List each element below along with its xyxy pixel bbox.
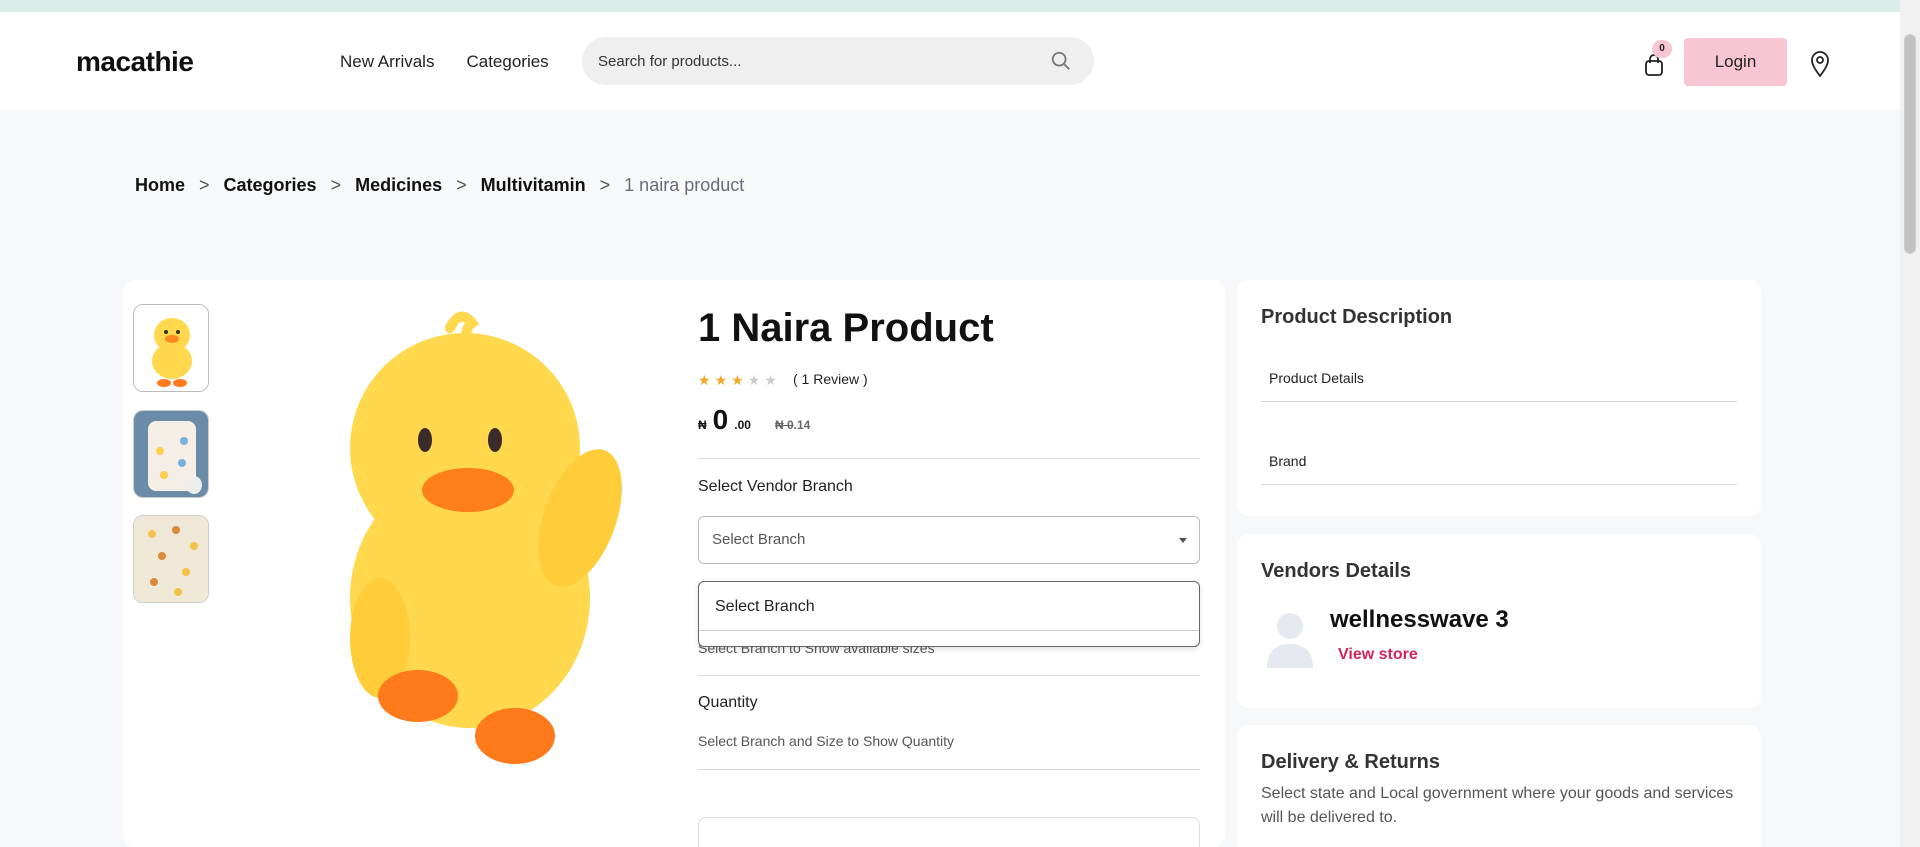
breadcrumb: Home > Categories > Medicines > Multivit… bbox=[135, 175, 744, 196]
breadcrumb-separator: > bbox=[456, 175, 467, 195]
product-details-row[interactable]: Product Details › bbox=[1261, 360, 1737, 402]
quantity-hint: Select Branch and Size to Show Quantity bbox=[698, 733, 955, 749]
vendor-name: wellnesswave 3 bbox=[1330, 606, 1509, 633]
breadcrumb-medicines[interactable]: Medicines bbox=[355, 175, 442, 196]
star-icon: ★ bbox=[714, 372, 728, 388]
branch-select-value: Select Branch bbox=[712, 531, 806, 548]
old-price: ₦ 0.14 bbox=[775, 418, 810, 432]
breadcrumb-categories[interactable]: Categories bbox=[224, 175, 317, 196]
product-main-image[interactable] bbox=[300, 298, 660, 768]
breadcrumb-separator: > bbox=[330, 175, 342, 195]
nav-new-arrivals[interactable]: New Arrivals bbox=[340, 52, 434, 72]
login-button[interactable]: Login bbox=[1684, 38, 1787, 86]
avatar-icon bbox=[1267, 613, 1313, 668]
chevron-right-icon: › bbox=[1269, 374, 1273, 388]
cart-button[interactable]: 0 bbox=[1642, 40, 1672, 78]
star-icon: ★ bbox=[764, 372, 777, 388]
search-icon[interactable] bbox=[1050, 50, 1072, 72]
divider bbox=[698, 675, 1200, 676]
dropdown-option[interactable]: Select Branch bbox=[715, 598, 815, 616]
old-price-currency: ₦ bbox=[774, 418, 784, 432]
quantity-label: Quantity bbox=[698, 694, 758, 711]
vendor-details-panel: Vendors Details wellnesswave 3 View stor… bbox=[1237, 534, 1761, 708]
location-pin-icon[interactable] bbox=[1808, 50, 1832, 78]
vendor-branch-label: Select Vendor Branch bbox=[698, 478, 853, 495]
product-description-panel: Product Description Product Details › Br… bbox=[1237, 280, 1761, 516]
old-price-whole: 0 bbox=[786, 418, 794, 432]
brand-row[interactable]: Brand › bbox=[1261, 443, 1737, 485]
product-description-title: Product Description bbox=[1261, 306, 1453, 328]
price: ₦ 0 .00 ₦ 0.14 bbox=[698, 404, 810, 436]
rating-stars: ★ ★ ★ ★ ★ bbox=[698, 372, 777, 389]
search-input[interactable] bbox=[598, 37, 1038, 85]
chevron-right-icon: › bbox=[1269, 457, 1273, 471]
breadcrumb-current: 1 naira product bbox=[624, 175, 745, 195]
vendor-details-title: Vendors Details bbox=[1261, 560, 1412, 582]
star-icon: ★ bbox=[747, 372, 761, 388]
product-thumbnail-3[interactable] bbox=[133, 515, 209, 603]
price-currency: ₦ bbox=[698, 418, 707, 432]
price-whole: 0 bbox=[712, 404, 729, 435]
breadcrumb-separator: > bbox=[599, 175, 611, 195]
divider bbox=[698, 769, 1200, 770]
product-thumbnail-2[interactable] bbox=[133, 410, 209, 498]
nav-categories[interactable]: Categories bbox=[466, 52, 548, 72]
dropdown-divider bbox=[699, 630, 1199, 631]
price-decimal: .00 bbox=[734, 418, 751, 432]
main-nav: New Arrivals Categories bbox=[340, 52, 549, 72]
site-header: macathie New Arrivals Categories 0 Login bbox=[0, 12, 1900, 110]
cart-count-badge: 0 bbox=[1652, 40, 1672, 58]
view-store-link[interactable]: View store bbox=[1338, 646, 1418, 664]
review-count[interactable]: ( 1 Review ) bbox=[793, 371, 868, 387]
breadcrumb-home[interactable]: Home bbox=[135, 175, 185, 196]
delivery-returns-panel: Delivery & Returns Select state and Loca… bbox=[1237, 725, 1761, 847]
search-bar bbox=[582, 37, 1094, 85]
product-thumbnail-1[interactable] bbox=[133, 304, 209, 392]
breadcrumb-separator: > bbox=[199, 175, 210, 195]
branch-select[interactable]: Select Branch bbox=[698, 516, 1200, 564]
page-scrollbar[interactable] bbox=[1900, 0, 1920, 847]
star-icon: ★ bbox=[698, 372, 711, 388]
site-logo[interactable]: macathie bbox=[76, 46, 194, 78]
scrollbar-thumb[interactable] bbox=[1904, 34, 1916, 254]
delivery-policy-box[interactable] bbox=[698, 817, 1200, 847]
breadcrumb-multivitamin[interactable]: Multivitamin bbox=[481, 175, 586, 196]
star-icon: ★ bbox=[731, 372, 744, 388]
top-strip bbox=[0, 0, 1900, 12]
product-title: 1 Naira Product bbox=[698, 306, 994, 350]
divider bbox=[698, 458, 1200, 459]
old-price-decimal: .14 bbox=[793, 418, 811, 432]
caret-down-icon bbox=[1179, 538, 1187, 543]
delivery-returns-title: Delivery & Returns bbox=[1261, 751, 1440, 773]
delivery-instructions: Select state and Local government where … bbox=[1261, 785, 1734, 826]
branch-dropdown: Select Branch bbox=[698, 581, 1200, 647]
